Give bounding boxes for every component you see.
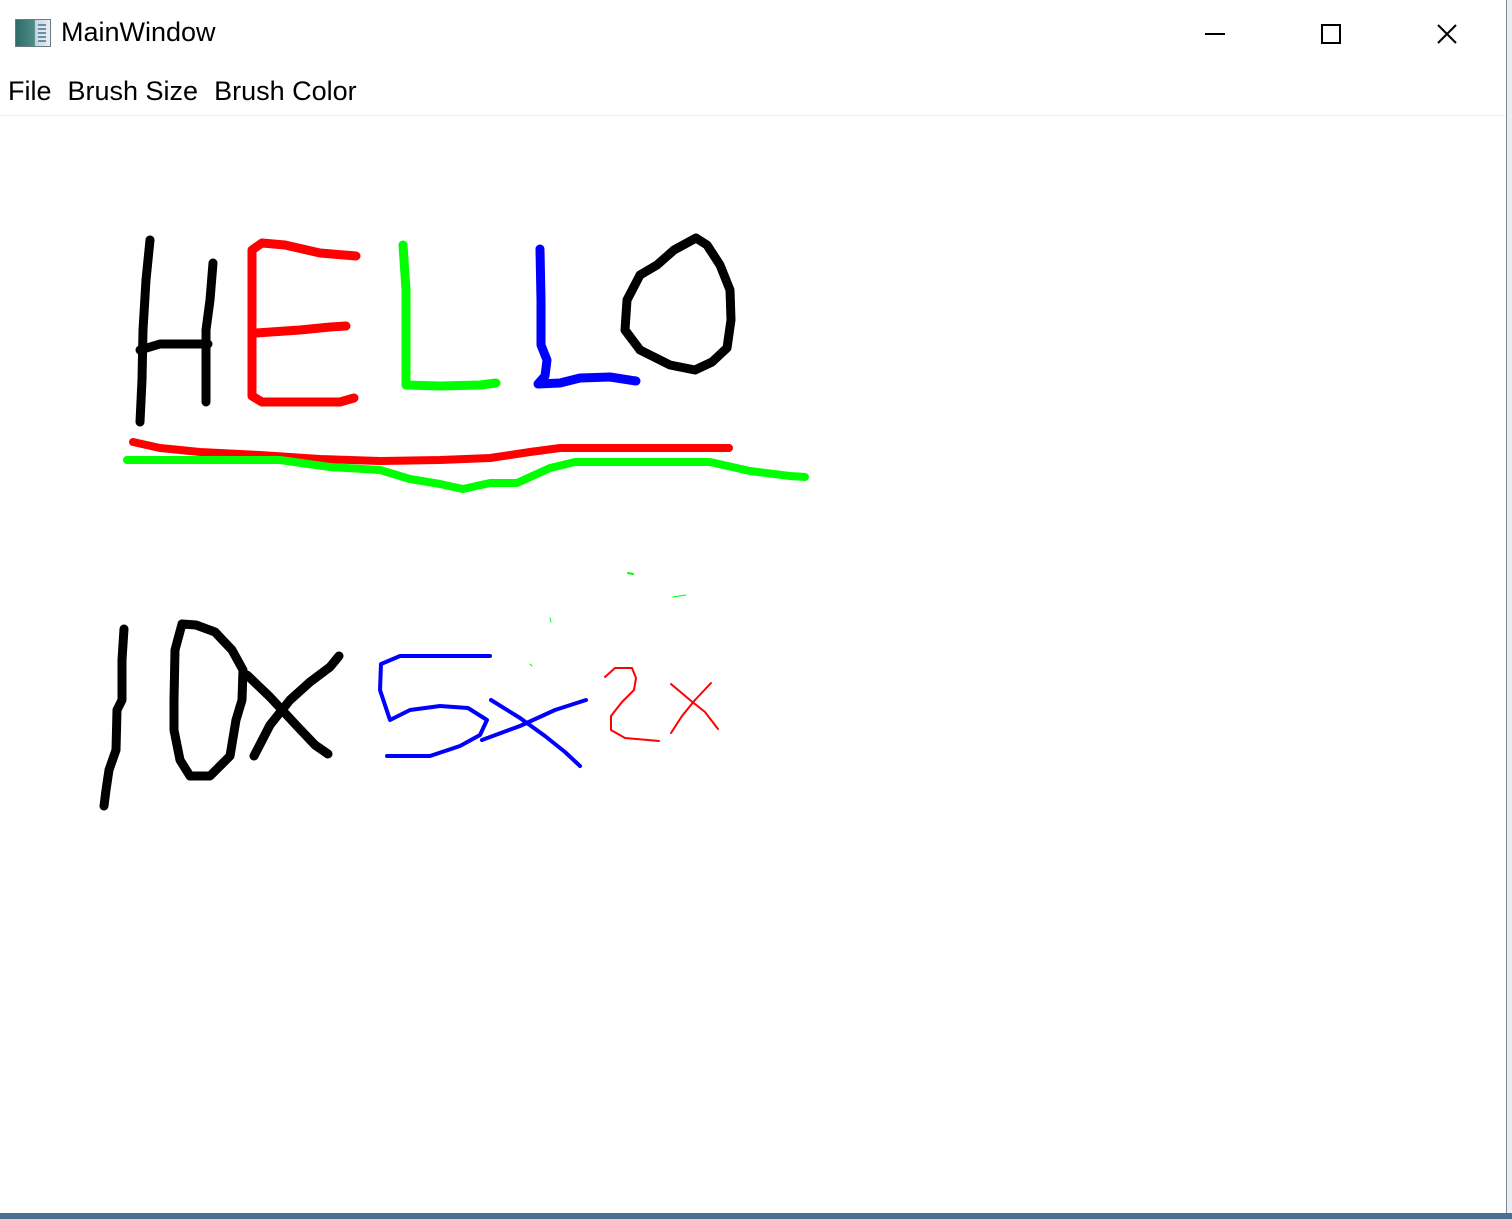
- ink-stroke: [249, 651, 344, 761]
- close-icon: [1437, 24, 1457, 44]
- ink-stroke: [398, 240, 501, 391]
- ink-stroke: [201, 258, 218, 407]
- ink-stroke: [378, 654, 492, 758]
- minimize-icon: [1205, 33, 1225, 35]
- window-right-edge: [1506, 0, 1512, 1219]
- ink-stroke: [135, 235, 155, 427]
- taskbar-edge: [0, 1213, 1512, 1219]
- ink-stroke: [670, 682, 712, 734]
- ink-stroke: [604, 667, 660, 742]
- maximize-button[interactable]: [1273, 0, 1389, 68]
- ink-stroke: [251, 321, 351, 338]
- ink-stroke: [169, 619, 248, 781]
- ink-stroke: [533, 244, 641, 389]
- ink-stroke: [135, 339, 213, 355]
- ink-stroke: [123, 456, 809, 493]
- minimize-button[interactable]: [1157, 0, 1273, 68]
- menu-file[interactable]: File: [0, 68, 60, 115]
- maximize-icon: [1321, 24, 1341, 44]
- title-bar[interactable]: MainWindow: [0, 0, 1506, 68]
- ink-stroke: [549, 617, 552, 623]
- ink-stroke: [627, 572, 634, 575]
- ink-stroke: [620, 233, 736, 375]
- menu-brush-color[interactable]: Brush Color: [206, 68, 365, 115]
- menu-bar: File Brush Size Brush Color: [0, 68, 1506, 116]
- drawing-canvas[interactable]: [0, 116, 1506, 1213]
- window-title: MainWindow: [61, 17, 216, 47]
- ink-stroke: [99, 624, 129, 811]
- menu-brush-size[interactable]: Brush Size: [60, 68, 207, 115]
- close-button[interactable]: [1389, 0, 1505, 68]
- ink-stroke: [672, 594, 687, 598]
- app-window-icon[interactable]: [15, 19, 51, 47]
- ink-layer: [99, 233, 809, 811]
- main-window: MainWindow File Brush Size Brush Color: [0, 0, 1507, 1213]
- ink-stroke: [529, 663, 533, 667]
